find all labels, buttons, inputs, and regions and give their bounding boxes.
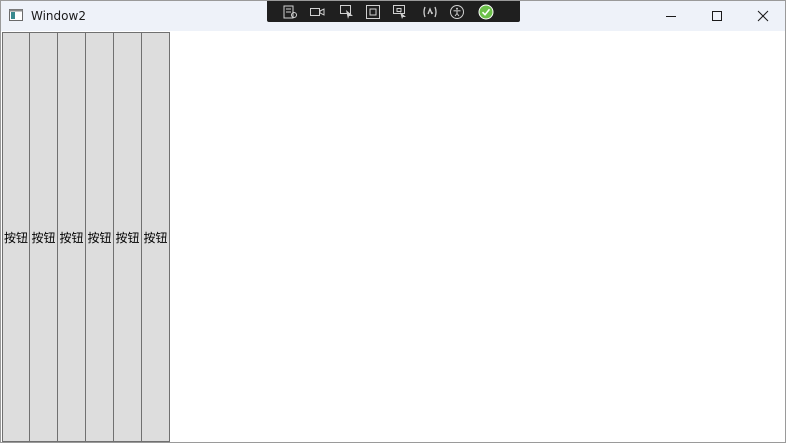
accessibility-button[interactable] <box>448 3 466 20</box>
video-record-icon <box>310 7 325 16</box>
button-4[interactable]: 按钮 <box>86 32 114 442</box>
app-window-icon <box>9 9 23 21</box>
button-stack-panel: 按钮 按钮 按钮 按钮 按钮 按钮 <box>2 32 170 442</box>
hot-reload-icon <box>423 6 437 17</box>
application-window: Window2 按钮 按钮 按钮 按钮 按钮 按钮 <box>0 0 786 443</box>
close-icon <box>757 10 769 22</box>
button-2[interactable]: 按钮 <box>30 32 58 442</box>
minimize-button[interactable] <box>648 1 694 31</box>
accessibility-icon <box>450 4 464 19</box>
window-title: Window2 <box>31 9 86 23</box>
window-content: 按钮 按钮 按钮 按钮 按钮 按钮 <box>1 31 785 442</box>
track-focused-element-button[interactable] <box>391 3 409 20</box>
close-button[interactable] <box>740 1 786 31</box>
track-focused-element-icon <box>393 4 406 19</box>
select-element-button[interactable] <box>338 3 356 20</box>
button-6[interactable]: 按钮 <box>142 32 170 442</box>
video-record-button[interactable] <box>308 3 326 20</box>
status-check-button[interactable] <box>477 3 495 20</box>
minimize-icon <box>666 16 676 17</box>
check-status-icon <box>478 4 494 19</box>
button-5[interactable]: 按钮 <box>114 32 142 442</box>
hot-reload-button[interactable] <box>421 3 439 20</box>
display-layout-adorners-icon <box>366 4 380 19</box>
maximize-button[interactable] <box>694 1 740 31</box>
button-1[interactable]: 按钮 <box>2 32 30 442</box>
maximize-icon <box>712 11 722 21</box>
live-visual-tree-icon <box>283 5 297 18</box>
live-visual-tree-button[interactable] <box>281 3 299 20</box>
xaml-debug-toolbar <box>267 1 520 22</box>
display-layout-adorners-button[interactable] <box>364 3 382 20</box>
button-3[interactable]: 按钮 <box>58 32 86 442</box>
select-element-icon <box>340 4 353 19</box>
